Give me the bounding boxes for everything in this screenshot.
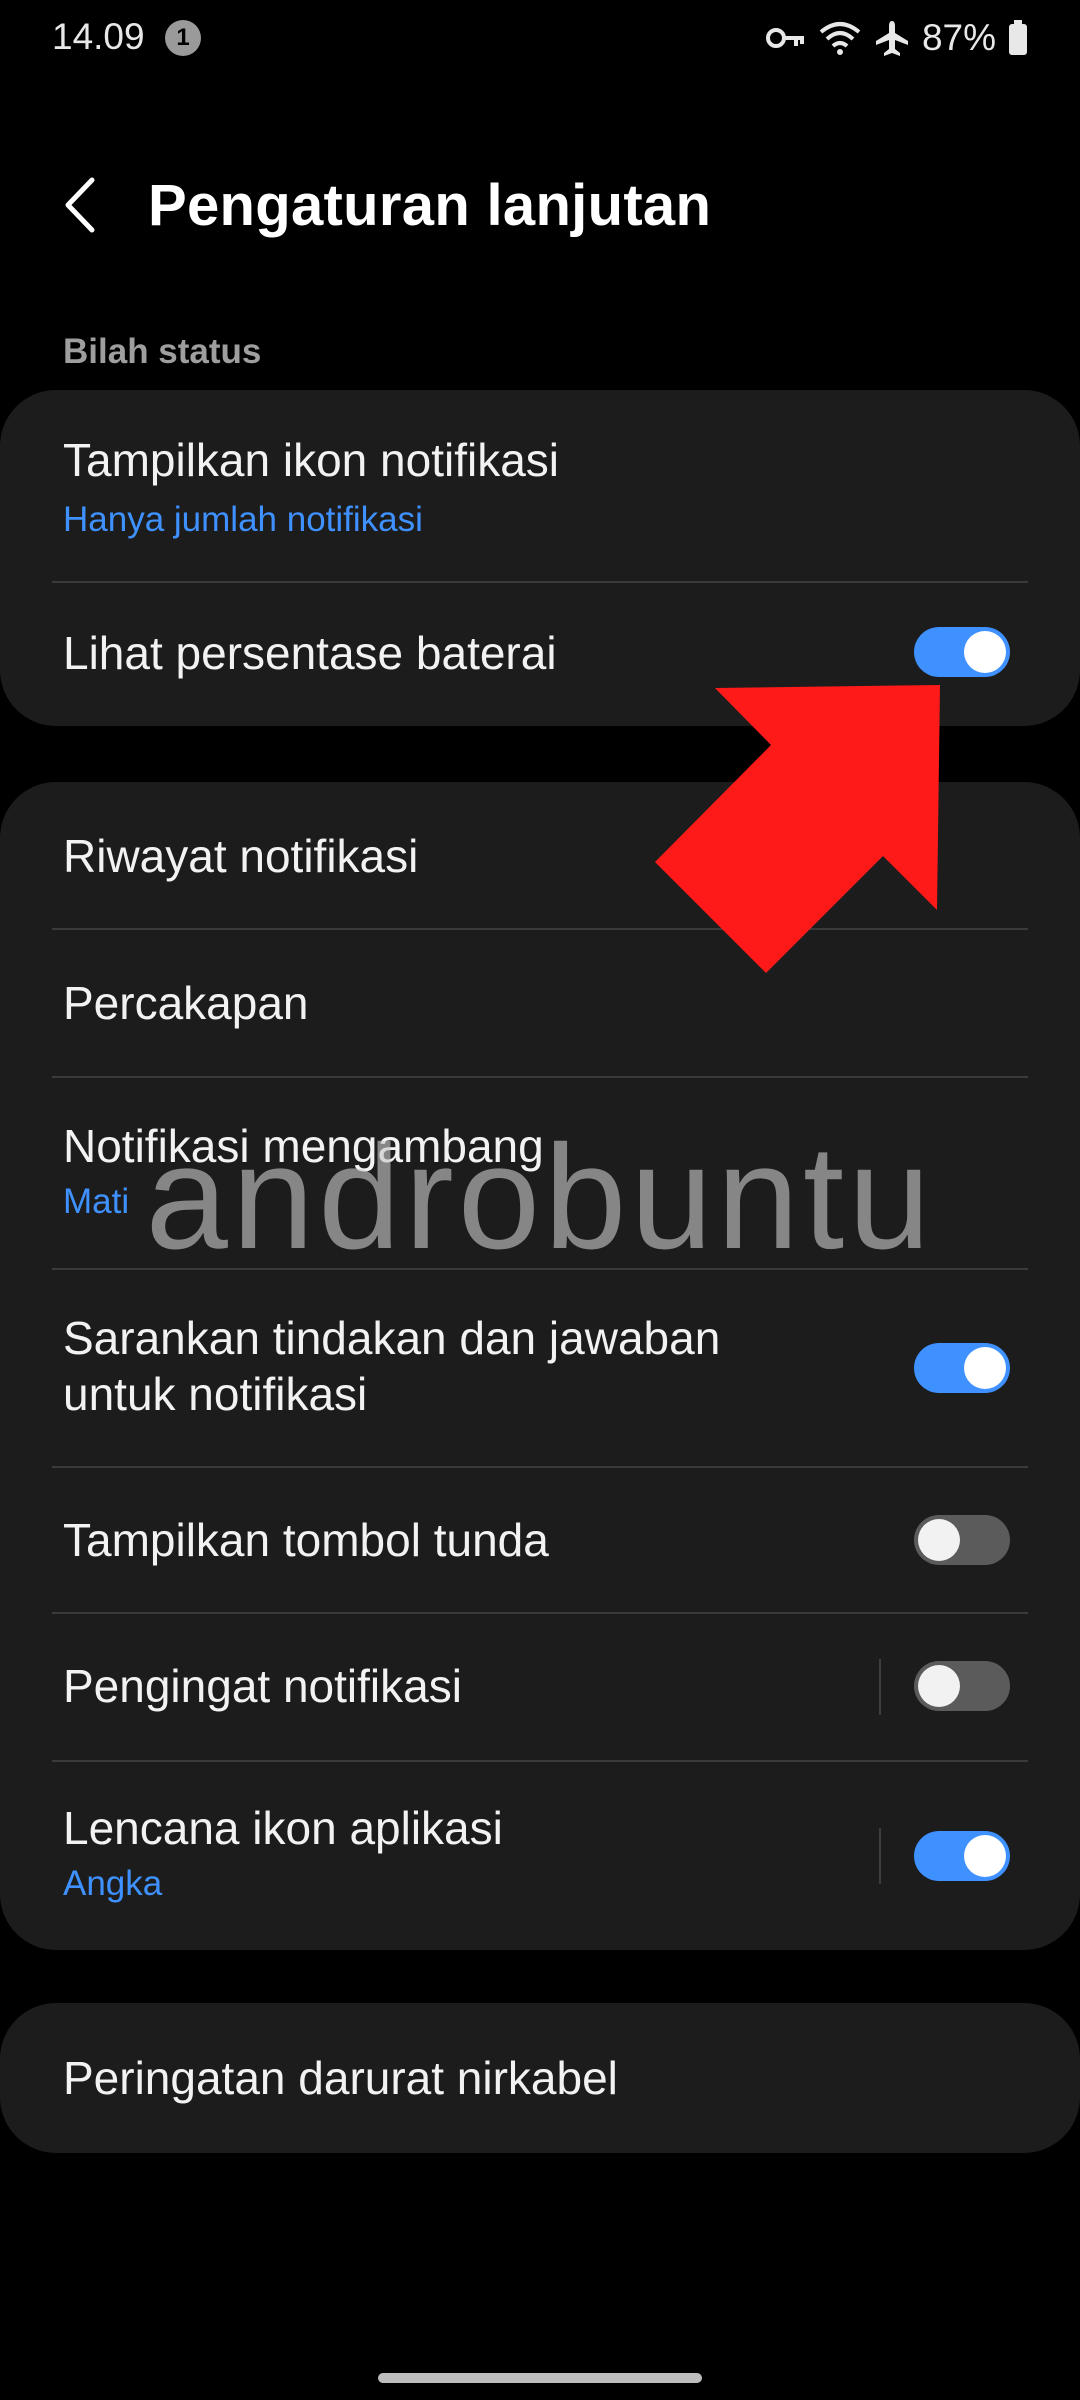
emergency-alerts-card: Peringatan darurat nirkabel <box>0 2003 1080 2153</box>
toggle-knob <box>964 1835 1006 1877</box>
section-label-status-bar: Bilah status <box>63 332 262 371</box>
notification-count-badge: 1 <box>165 20 201 56</box>
item-title: Peringatan darurat nirkabel <box>63 2052 618 2104</box>
toggle-knob <box>918 1665 960 1707</box>
back-button[interactable] <box>58 170 102 240</box>
show-notification-icons-item[interactable]: Tampilkan ikon notifikasi Hanya jumlah n… <box>0 390 1080 582</box>
airplane-icon <box>874 19 910 57</box>
snooze-button-toggle[interactable] <box>914 1515 1010 1565</box>
battery-percentage: 87% <box>921 17 996 58</box>
watermark-logo: androbuntu <box>0 1115 1080 1280</box>
home-indicator[interactable] <box>378 2373 702 2383</box>
item-title: Sarankan tindakan dan jawaban untuk noti… <box>63 1312 721 1420</box>
watermark-text: androbuntu <box>146 1130 935 1280</box>
status-icons: 87% <box>765 14 1028 62</box>
suggest-actions-toggle[interactable] <box>914 1343 1010 1393</box>
page-title: Pengaturan lanjutan <box>148 173 712 238</box>
item-title: Lencana ikon aplikasi <box>63 1802 503 1854</box>
notification-reminders-toggle[interactable] <box>914 1661 1010 1711</box>
wifi-icon <box>818 20 862 56</box>
chevron-left-icon <box>65 177 95 233</box>
app-icon-badges-toggle[interactable] <box>914 1831 1010 1881</box>
app-icon-badges-item[interactable]: Lencana ikon aplikasi Angka <box>0 1762 1080 1950</box>
notification-reminders-item[interactable]: Pengingat notifikasi <box>0 1614 1080 1760</box>
toggle-knob <box>964 631 1006 673</box>
toggle-knob <box>918 1519 960 1561</box>
toggle-knob <box>964 1347 1006 1389</box>
vertical-divider <box>879 1828 881 1884</box>
item-subtitle: Angka <box>63 1864 163 1903</box>
suggest-actions-item[interactable]: Sarankan tindakan dan jawaban untuk noti… <box>0 1270 1080 1466</box>
item-title: Lihat persentase baterai <box>63 627 557 679</box>
item-title: Tampilkan ikon notifikasi <box>63 434 560 486</box>
item-title: Tampilkan tombol tunda <box>63 1514 549 1566</box>
vpn-key-icon <box>765 25 806 51</box>
battery-icon <box>1008 20 1028 56</box>
item-title: Riwayat notifikasi <box>63 830 419 882</box>
item-title: Percakapan <box>63 977 309 1029</box>
item-title: Pengingat notifikasi <box>63 1660 462 1712</box>
vertical-divider <box>879 1659 881 1715</box>
show-snooze-button-item[interactable]: Tampilkan tombol tunda <box>0 1468 1080 1612</box>
wireless-emergency-alerts-item[interactable]: Peringatan darurat nirkabel <box>0 2003 1080 2153</box>
item-subtitle: Hanya jumlah notifikasi <box>63 500 423 539</box>
status-bar: 14.09 1 87% <box>0 0 1080 80</box>
red-arrow-annotation <box>640 670 960 990</box>
status-time: 14.09 <box>52 16 145 57</box>
